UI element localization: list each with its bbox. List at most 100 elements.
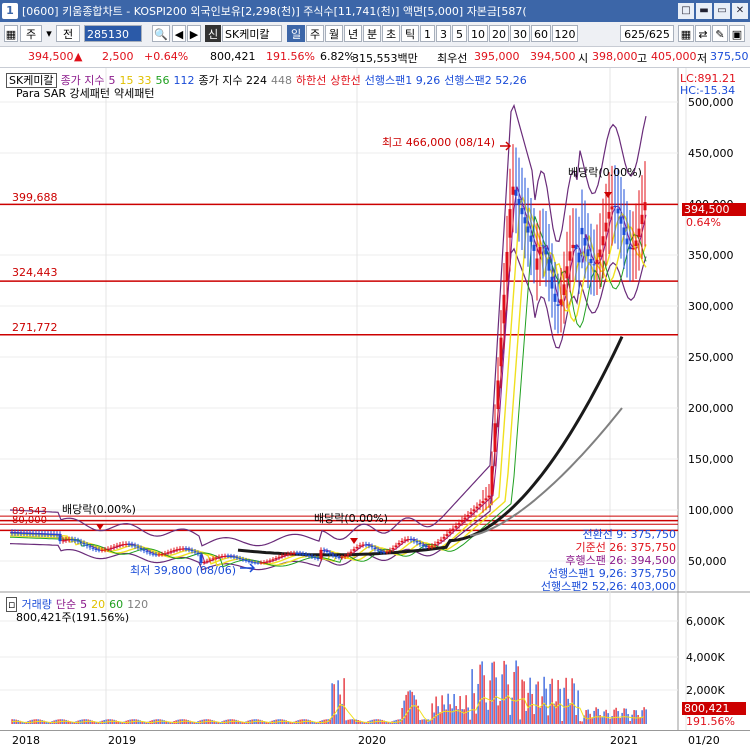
candle-body [145, 551, 149, 553]
candle-body [493, 423, 497, 452]
close-icon[interactable]: ✕ [732, 3, 748, 19]
volume-bar [347, 719, 349, 724]
volume-bar [459, 696, 461, 724]
candle-body [427, 546, 431, 548]
period-tab-5[interactable]: 초 [382, 25, 400, 42]
candle-body [52, 534, 56, 536]
interval-button-60[interactable]: 60 [531, 25, 551, 42]
volume-bar [561, 720, 563, 724]
candle-body [457, 523, 461, 525]
volume-bar [17, 720, 19, 724]
volume-bar [41, 720, 43, 724]
volume-bar [531, 693, 533, 724]
volume-bar [343, 678, 345, 724]
candle-body [592, 264, 596, 266]
candle-body [532, 244, 536, 251]
volume-bar [465, 695, 467, 724]
volume-bar [637, 715, 639, 724]
market-select[interactable]: 주 [20, 25, 42, 42]
candle-body [55, 534, 59, 536]
candle-body [469, 512, 473, 514]
ichimoku-info-box: 전환선 9: 375,750 기준선 26: 375,750 후행스팬 26: … [536, 528, 676, 593]
candle-body [274, 558, 278, 560]
volume-bar [349, 719, 351, 724]
candle-body [361, 544, 365, 546]
candle-body [577, 252, 581, 263]
chart-area[interactable]: 500,000450,000400,000350,000300,000250,0… [0, 68, 750, 730]
candle-body [520, 208, 524, 215]
turnover-rate: 6.82% [320, 50, 355, 63]
nav-next-icon[interactable]: ▶ [187, 25, 201, 42]
interval-button-3[interactable]: 3 [436, 25, 451, 42]
candle-body [46, 533, 50, 535]
period-tab-6[interactable]: 틱 [401, 25, 419, 42]
period-tab-4[interactable]: 분 [363, 25, 381, 42]
candle-body [64, 539, 68, 541]
candle-body [622, 227, 626, 236]
volume-bar [309, 720, 311, 724]
candle-body [355, 546, 359, 549]
candle-body [325, 551, 329, 553]
volume-bar [645, 709, 647, 724]
candle-body [478, 503, 482, 506]
layout-icon[interactable]: ▣ [729, 25, 745, 42]
volume-bar [413, 695, 415, 724]
volume-bar [411, 691, 413, 724]
stock-name-field[interactable]: SK케미칼 [222, 25, 282, 42]
interval-button-120[interactable]: 120 [552, 25, 578, 42]
minimize-icon[interactable]: ▬ [696, 3, 712, 19]
volume-bar [187, 720, 189, 724]
interval-button-1[interactable]: 1 [420, 25, 435, 42]
interval-button-10[interactable]: 10 [468, 25, 488, 42]
candle-body [616, 208, 620, 214]
grid-icon[interactable]: ▦ [678, 25, 694, 42]
candle-body [169, 551, 173, 553]
candle-body [571, 244, 575, 249]
volume-bar [485, 702, 487, 724]
layout-icon[interactable]: ▦ [4, 25, 18, 42]
volume-bar [509, 714, 511, 724]
volume-value: 800,421 [210, 50, 256, 63]
interval-button-5[interactable]: 5 [452, 25, 467, 42]
candle-body [331, 554, 335, 556]
volume-bar [633, 710, 635, 724]
volume-bar [285, 720, 287, 724]
interval-button-30[interactable]: 30 [510, 25, 530, 42]
candle-body [475, 506, 479, 509]
interval-button-20[interactable]: 20 [489, 25, 509, 42]
candle-body [529, 235, 533, 242]
volume-bar [613, 709, 615, 724]
candle-body [394, 545, 398, 548]
period-tab-1[interactable]: 주 [306, 25, 324, 42]
current-pct-tag: 0.64% [686, 216, 721, 229]
volume-bar [603, 711, 605, 724]
candle-body [124, 543, 128, 545]
volume-bar [639, 717, 641, 724]
price-change: 2,500 [102, 50, 134, 63]
volume-pct-tag: 191.56% [686, 715, 735, 728]
candle-body [484, 498, 488, 501]
candle-body [313, 557, 317, 559]
pen-icon[interactable]: ✎ [712, 25, 728, 42]
period-tab-0[interactable]: 일 [287, 25, 305, 42]
volume-bar [283, 719, 285, 724]
chevron-down-icon[interactable]: ▾ [43, 25, 55, 42]
candle-body [112, 546, 116, 548]
nav-prev-icon[interactable]: ◀ [172, 25, 186, 42]
prev-button[interactable]: 전 [56, 25, 80, 42]
volume-bar [575, 715, 577, 724]
vol-tick-label: 4,000K [686, 651, 725, 664]
maximize-icon[interactable]: ▭ [714, 3, 730, 19]
stock-code-input[interactable]: 285130 [84, 25, 142, 42]
dividend-label-2: 배당락(0.00%) [314, 512, 388, 525]
restore-icon[interactable]: □ [678, 3, 694, 19]
volume-bar [507, 684, 509, 724]
swap-icon[interactable]: ⇄ [695, 25, 711, 42]
period-tab-3[interactable]: 년 [344, 25, 362, 42]
search-icon[interactable]: 🔍 [152, 25, 170, 42]
candle-body [517, 198, 521, 206]
vol-tick-label: 2,000K [686, 684, 725, 697]
period-tab-2[interactable]: 월 [325, 25, 343, 42]
quote-strip: 394,500 ▲ 2,500 +0.64% 800,421 191.56% 6… [0, 47, 750, 68]
volume-bar [421, 719, 423, 724]
